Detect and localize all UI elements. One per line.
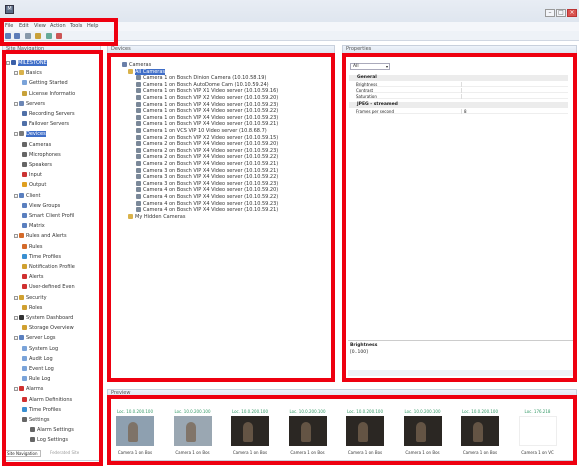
close-button[interactable]: × <box>567 9 577 17</box>
highlight-preview <box>107 395 577 465</box>
highlight-site-navigation <box>2 50 103 466</box>
highlight-devices <box>107 53 335 382</box>
maximize-button[interactable]: □ <box>556 9 566 17</box>
properties-title: Properties <box>343 46 576 53</box>
minimize-button[interactable]: – <box>545 9 555 17</box>
app-icon: M <box>5 5 14 14</box>
devices-title: Devices <box>108 46 334 53</box>
highlight-menu-toolbar <box>0 18 118 46</box>
highlight-properties <box>342 53 577 382</box>
